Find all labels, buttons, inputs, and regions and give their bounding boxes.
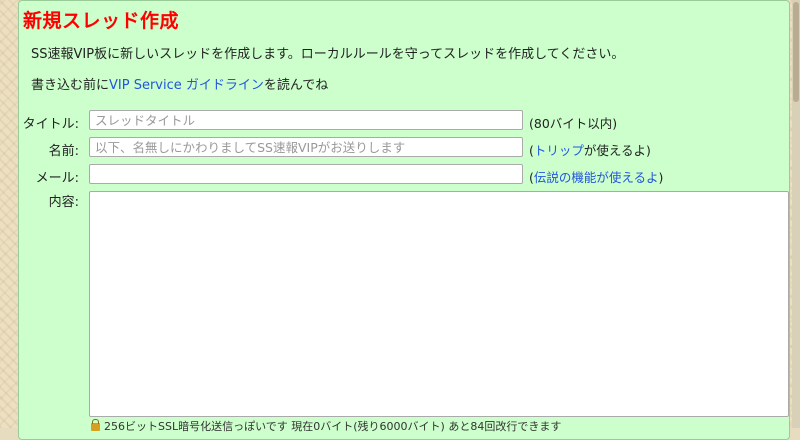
trip-link[interactable]: トリップ [534,143,584,158]
name-hint-rest: が使えるよ) [583,143,651,158]
mail-label: メール: [35,171,79,186]
scrollbar-thumb[interactable] [793,2,799,102]
page-title: 新規スレッド作成 [23,10,180,32]
lock-icon [91,419,100,431]
name-input[interactable] [89,137,523,157]
new-thread-panel: 新規スレッド作成 SS速報VIP板に新しいスレッドを作成します。ローカルルールを… [18,0,790,440]
content-textarea[interactable] [89,191,789,417]
page-scrollbar[interactable] [792,0,800,428]
content-label: 内容: [48,195,79,210]
name-hint: (トリップが使えるよ) [529,140,651,159]
guideline-prefix: 書き込む前に [31,78,110,93]
intro-text: SS速報VIP板に新しいスレッドを作成します。ローカルルールを守ってスレッドを作… [31,47,625,62]
guideline-notice: 書き込む前にVIP Service ガイドラインを読んでね [31,74,328,93]
thread-title-input[interactable] [89,110,523,130]
mail-hint-close: ) [658,170,664,185]
title-label: タイトル: [22,117,79,132]
legend-feature-link[interactable]: 伝説の機能が使えるよ [534,170,659,185]
name-label: 名前: [48,144,79,159]
guideline-link[interactable]: VIP Service ガイドライン [109,78,264,93]
ssl-status: 256ビットSSL暗号化送信っぽいです 現在0バイト(残り6000バイト) あと… [91,418,561,434]
mail-input[interactable] [89,164,523,184]
mail-hint: (伝説の機能が使えるよ) [529,167,663,186]
title-length-hint: (80バイト以内) [529,116,618,131]
guideline-suffix: を読んでね [263,78,329,93]
ssl-status-text: 256ビットSSL暗号化送信っぽいです 現在0バイト(残り6000バイト) あと… [104,420,562,433]
